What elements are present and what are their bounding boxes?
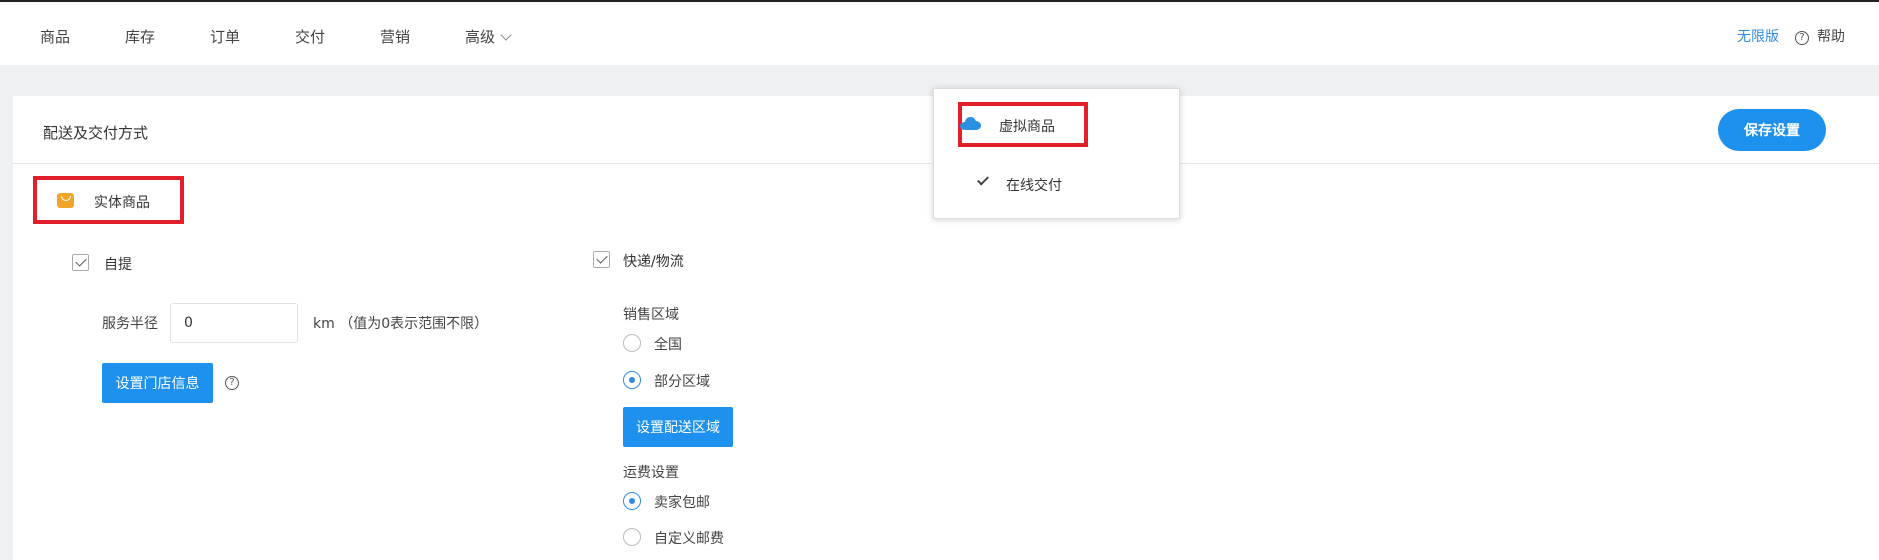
radius-unit-hint: km （值为0表示范围不限） [313, 316, 489, 332]
set-store-info-button[interactable]: 设置门店信息 [102, 363, 213, 403]
physical-goods-title: 实体商品 [94, 195, 150, 211]
check-icon [976, 173, 990, 186]
fee-radio-custom[interactable] [623, 528, 641, 546]
nav-item-advanced[interactable]: 高级 [465, 26, 512, 47]
help-label: 帮助 [1817, 29, 1845, 45]
question-circle-icon[interactable]: ? [225, 376, 239, 390]
region-radio-partial[interactable] [623, 371, 641, 389]
region-option-label: 全国 [654, 337, 682, 353]
top-nav-bar: 商品 库存 订单 交付 营销 高级 无限版 ? 帮助 [0, 0, 1879, 65]
shopping-bag-icon [57, 193, 74, 208]
question-circle-icon: ? [1795, 31, 1809, 45]
service-radius-input[interactable] [170, 303, 298, 343]
fee-option-label: 卖家包邮 [654, 495, 710, 511]
virtual-goods-card: 虚拟商品 在线交付 [933, 88, 1180, 219]
cloud-icon [960, 117, 982, 130]
virtual-goods-title: 虚拟商品 [999, 119, 1055, 135]
nav-item-marketing[interactable]: 营销 [380, 26, 410, 47]
nav-item-products[interactable]: 商品 [40, 26, 70, 47]
nav-item-orders[interactable]: 订单 [210, 26, 240, 47]
help-link[interactable]: ? 帮助 [1795, 26, 1845, 46]
pickup-checkbox[interactable] [72, 254, 89, 271]
fee-option-label: 自定义邮费 [654, 531, 724, 547]
region-option-label: 部分区域 [654, 374, 710, 390]
nav-item-inventory[interactable]: 库存 [125, 26, 155, 47]
region-radio-nationwide[interactable] [623, 334, 641, 352]
fee-radio-free-shipping[interactable] [623, 492, 641, 510]
online-delivery-label[interactable]: 在线交付 [1006, 175, 1062, 195]
express-checkbox[interactable] [593, 251, 610, 268]
express-label: 快递/物流 [623, 254, 684, 270]
nav-item-delivery[interactable]: 交付 [295, 26, 325, 47]
service-radius-label: 服务半径 [102, 316, 158, 332]
nav-item-advanced-label: 高级 [465, 28, 496, 46]
page-title: 配送及交付方式 [43, 124, 149, 142]
set-delivery-region-button[interactable]: 设置配送区域 [623, 407, 733, 447]
save-settings-button[interactable]: 保存设置 [1718, 109, 1826, 151]
shipping-fee-title: 运费设置 [623, 465, 679, 481]
edition-link[interactable]: 无限版 [1737, 26, 1779, 46]
pickup-label: 自提 [104, 257, 132, 273]
sales-region-title: 销售区域 [623, 307, 679, 323]
chevron-down-icon [500, 29, 512, 41]
